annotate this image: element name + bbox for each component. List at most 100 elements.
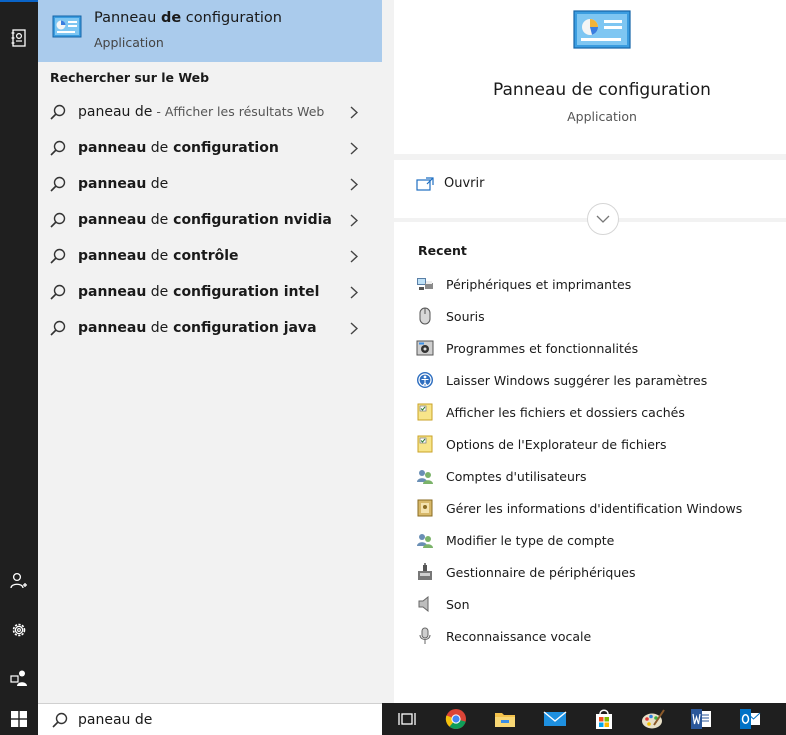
notebook-icon xyxy=(11,29,26,47)
taskbar-outlook[interactable] xyxy=(737,707,763,731)
web-suggestion-item[interactable]: panneau de contrôle xyxy=(38,239,382,275)
web-suggestion-label: panneau de configuration nvidia xyxy=(78,212,332,228)
start-rail xyxy=(0,0,38,703)
panel-divider xyxy=(382,0,394,703)
web-suggestion-item[interactable]: paneau de - Afficher les résultats Web xyxy=(38,95,382,131)
web-suggestion-bold-part: panneau xyxy=(78,320,147,336)
folder-options-icon xyxy=(416,435,434,453)
web-suggestion-match: de xyxy=(146,176,169,192)
recent-item-label: Options de l'Explorateur de fichiers xyxy=(446,436,667,452)
recent-item[interactable]: Afficher les fichiers et dossiers cachés xyxy=(416,398,685,426)
recent-item[interactable]: Comptes d'utilisateurs xyxy=(416,462,587,490)
web-suggestion-bold-part: configuration java xyxy=(168,320,317,336)
web-suggestion-query: paneau de xyxy=(78,104,153,120)
best-match-title: Panneau de configuration xyxy=(94,10,282,26)
programs-icon xyxy=(416,339,434,357)
store-icon xyxy=(596,709,612,729)
web-suggestion-label: panneau de configuration intel xyxy=(78,284,319,300)
chevron-right-icon xyxy=(350,286,358,299)
web-suggestion-item[interactable]: panneau de configuration java xyxy=(38,311,382,347)
web-suggestion-bold-part: panneau xyxy=(78,284,147,300)
app-detail-header: Panneau de configuration Application xyxy=(394,0,786,154)
taskbar-word[interactable] xyxy=(688,707,714,731)
recent-item[interactable]: Son xyxy=(416,590,470,618)
feedback-icon xyxy=(10,670,27,686)
start-search-screen: Panneau de configuration Application Rec… xyxy=(0,0,786,735)
task-view-icon xyxy=(398,713,416,725)
web-suggestion-label: paneau de - Afficher les résultats Web xyxy=(78,104,324,120)
taskbar-file-explorer[interactable] xyxy=(492,707,518,731)
add-user-icon xyxy=(10,572,27,589)
taskbar-chrome[interactable] xyxy=(443,707,469,731)
web-suggestion-label: panneau de contrôle xyxy=(78,248,239,264)
chevron-right-icon xyxy=(350,214,358,227)
web-suggestion-match: de xyxy=(146,212,169,228)
taskbar-mail[interactable] xyxy=(542,707,568,731)
recent-section: Recent Périphériques et imprimantes Souri… xyxy=(394,222,786,703)
rail-accent xyxy=(0,0,38,2)
recent-item-label: Programmes et fonctionnalités xyxy=(446,340,639,356)
best-match-item[interactable]: Panneau de configuration Application xyxy=(38,0,382,62)
web-suggestion-match: de xyxy=(146,320,169,336)
settings-button[interactable] xyxy=(0,610,38,650)
chevron-right-icon xyxy=(350,322,358,335)
search-results-pane: Panneau de configuration Application Rec… xyxy=(38,0,382,703)
paint-icon xyxy=(642,709,665,729)
chevron-right-icon xyxy=(350,142,358,155)
chrome-icon xyxy=(445,709,466,730)
web-suggestion-bold-part: panneau xyxy=(78,248,147,264)
recent-item[interactable]: Gestionnaire de périphériques xyxy=(416,558,635,586)
best-match-subtitle: Application xyxy=(94,35,164,50)
taskbar xyxy=(382,703,786,735)
recent-item[interactable]: Modifier le type de compte xyxy=(416,526,614,554)
word-icon xyxy=(691,709,711,729)
search-query[interactable]: paneau de xyxy=(78,712,152,728)
search-icon xyxy=(50,284,66,300)
recent-item[interactable]: Programmes et fonctionnalités xyxy=(416,334,638,362)
open-action[interactable]: Ouvrir xyxy=(416,176,484,191)
windows-logo-icon xyxy=(11,711,27,727)
web-suggestion-item[interactable]: panneau de xyxy=(38,167,382,203)
expand-button[interactable] xyxy=(587,203,619,235)
recent-item[interactable]: Options de l'Explorateur de fichiers xyxy=(416,430,667,458)
recent-item[interactable]: Gérer les informations d'identification … xyxy=(416,494,742,522)
recent-item-label: Périphériques et imprimantes xyxy=(446,276,632,292)
start-button[interactable] xyxy=(0,703,38,735)
search-icon xyxy=(50,140,66,156)
recent-item[interactable]: Souris xyxy=(416,302,485,330)
accounts-button[interactable] xyxy=(0,561,38,601)
outlook-icon xyxy=(740,709,761,729)
recent-item[interactable]: Périphériques et imprimantes xyxy=(416,270,631,298)
taskbar-task-view[interactable] xyxy=(394,707,420,731)
web-suggestion-bold-part: contrôle xyxy=(168,248,239,264)
taskbar-store[interactable] xyxy=(591,707,617,731)
recent-item-label: Afficher les fichiers et dossiers cachés xyxy=(446,404,685,420)
web-suggestion-label: panneau de configuration xyxy=(78,140,279,156)
notebook-button[interactable] xyxy=(0,18,38,58)
recent-item-label: Laisser Windows suggérer les paramètres xyxy=(446,372,708,388)
control-panel-large-icon xyxy=(573,10,631,49)
search-box[interactable]: paneau de xyxy=(38,703,382,735)
web-suggestion-label: panneau de configuration java xyxy=(78,320,317,336)
feedback-button[interactable] xyxy=(0,658,38,698)
device-manager-icon xyxy=(416,563,434,581)
recent-item[interactable]: Laisser Windows suggérer les paramètres xyxy=(416,366,707,394)
web-suggestion-item[interactable]: panneau de configuration intel xyxy=(38,275,382,311)
best-match-title-bold: de xyxy=(160,10,182,26)
taskbar-paint[interactable] xyxy=(640,707,666,731)
recent-item-label: Reconnaissance vocale xyxy=(446,628,592,644)
control-panel-icon xyxy=(52,15,82,38)
recent-item-label: Modifier le type de compte xyxy=(446,532,615,548)
web-suggestion-match: de xyxy=(146,248,169,264)
open-label: Ouvrir xyxy=(444,176,485,191)
recent-item-label: Comptes d'utilisateurs xyxy=(446,468,587,484)
speaker-icon xyxy=(416,595,434,613)
recent-item[interactable]: Reconnaissance vocale xyxy=(416,622,591,650)
search-icon xyxy=(50,212,66,228)
web-suggestion-item[interactable]: panneau de configuration xyxy=(38,131,382,167)
chevron-right-icon xyxy=(350,106,358,119)
web-suggestion-match: de xyxy=(146,140,169,156)
web-suggestion-hint: - Afficher les résultats Web xyxy=(152,104,325,119)
web-suggestion-item[interactable]: panneau de configuration nvidia xyxy=(38,203,382,239)
web-suggestion-bold-part: panneau xyxy=(78,176,147,192)
